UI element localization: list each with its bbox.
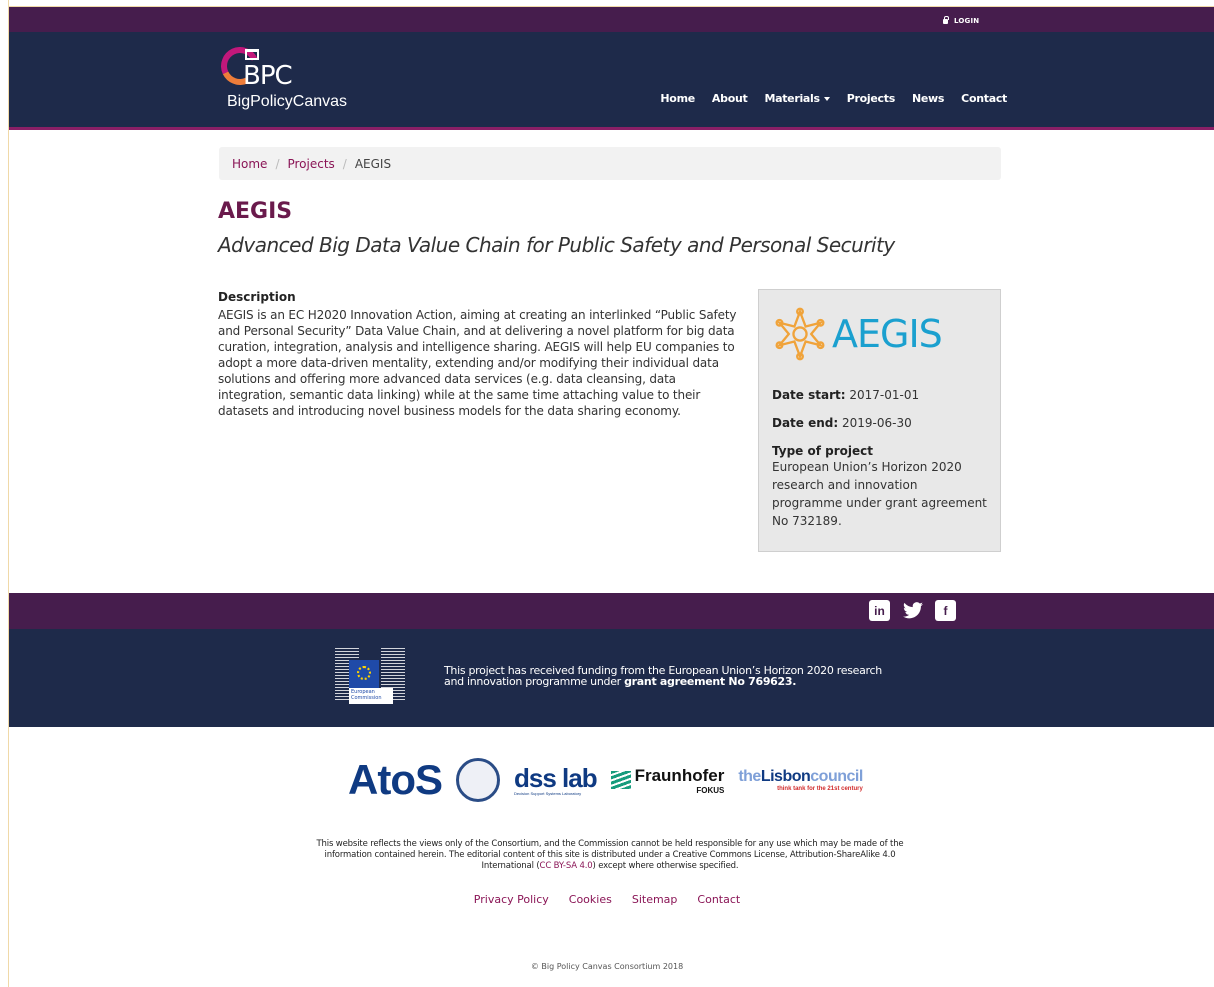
breadcrumb-separator: / — [275, 156, 280, 171]
footer-link-sitemap[interactable]: Sitemap — [632, 893, 678, 906]
lisbon-mid: Lisbon — [760, 768, 811, 785]
lisbon-council-name: theLisboncouncil — [738, 768, 863, 786]
date-end-value: 2019-06-30 — [842, 416, 912, 430]
top-bar: LOGIN — [9, 7, 1214, 32]
footer-links: Privacy Policy Cookies Sitemap Contact — [0, 893, 1214, 906]
aegis-logo-word: AEGIS — [832, 312, 943, 356]
facebook-icon[interactable]: f — [935, 600, 956, 621]
nav-news[interactable]: News — [912, 92, 944, 105]
bpc-logo-icon: BPC — [215, 41, 311, 91]
description-text: AEGIS is an EC H2020 Innovation Action, … — [218, 308, 737, 418]
site-logo[interactable]: BPC BigPolicyCanvas — [215, 41, 348, 111]
cc-license-link[interactable]: CC BY-SA 4.0 — [540, 861, 593, 871]
project-info-box: AEGIS Date start: 2017-01-01 Date end: 2… — [758, 289, 1001, 552]
date-start-value: 2017-01-01 — [849, 388, 920, 402]
aegis-star-icon — [775, 307, 825, 361]
fraunhofer-sub: FOKUS — [696, 785, 725, 795]
window-frame-left — [0, 0, 9, 987]
logo-text: BigPolicyCanvas — [227, 93, 348, 110]
breadcrumb-separator: / — [342, 156, 347, 171]
nav-materials-label: Materials — [764, 92, 820, 105]
nav-materials[interactable]: Materials — [764, 92, 830, 105]
type-text: European Union’s Horizon 2020 research a… — [772, 460, 987, 528]
nav-contact[interactable]: Contact — [961, 92, 1007, 105]
login-link[interactable]: LOGIN — [943, 15, 980, 25]
disclaimer: This website reflects the views only of … — [300, 839, 920, 872]
date-start: Date start: 2017-01-01 — [772, 388, 987, 402]
atos-logo[interactable]: AtoS — [348, 756, 443, 804]
main-nav: Home About Materials Projects News Conta… — [660, 92, 1007, 105]
dss-lab-sub: Decision Support Systems Laboratory — [514, 790, 582, 796]
funding-line-2: and innovation programme under grant agr… — [444, 676, 882, 687]
nav-home[interactable]: Home — [660, 92, 695, 105]
fraunhofer-icon — [610, 771, 631, 789]
footer-link-cookies[interactable]: Cookies — [569, 893, 612, 906]
type-label: Type of project — [772, 444, 873, 458]
eu-flag-icon — [349, 660, 379, 688]
footer-link-contact[interactable]: Contact — [697, 893, 740, 906]
lisbon-pre: the — [738, 768, 761, 785]
partner-logos: AtoS dss lab Decision Support Systems La… — [348, 756, 863, 804]
site-header: BPC BigPolicyCanvas Home About Materials… — [9, 32, 1214, 130]
social-bar: in f — [9, 593, 1214, 629]
eu-stars-icon — [357, 666, 371, 680]
dss-lab-logo[interactable]: dss lab Decision Support Systems Laborat… — [514, 762, 598, 796]
lisbon-post: council — [810, 768, 863, 785]
linkedin-icon[interactable]: in — [869, 600, 890, 621]
disclaimer-text-2: ) except where otherwise specified. — [592, 861, 739, 871]
nav-projects[interactable]: Projects — [847, 92, 896, 105]
caret-down-icon — [823, 96, 830, 101]
date-end: Date end: 2019-06-30 — [772, 416, 987, 430]
aegis-logo: AEGIS — [772, 304, 987, 364]
fraunhofer-logo[interactable]: Fraunhofer FOKUS — [610, 765, 725, 795]
twitter-bird-icon — [902, 602, 923, 619]
grant-agreement: grant agreement No 769623. — [624, 675, 797, 688]
page-title: AEGIS — [218, 199, 293, 224]
fraunhofer-name: Fraunhofer — [634, 765, 725, 785]
window-frame-top — [0, 0, 1214, 7]
dss-lab-name: dss lab — [514, 762, 598, 793]
lisbon-council-logo[interactable]: theLisboncouncil think tank for the 21st… — [738, 768, 863, 792]
ec-label: European Commission — [349, 688, 393, 704]
social-links: in f — [869, 600, 956, 621]
ntua-seal-icon — [456, 758, 500, 802]
lock-icon — [943, 15, 949, 24]
breadcrumb-projects[interactable]: Projects — [287, 157, 334, 171]
footer-link-privacy[interactable]: Privacy Policy — [474, 893, 549, 906]
copyright: © Big Policy Canvas Consortium 2018 — [530, 962, 684, 971]
european-commission-logo: European Commission — [335, 646, 405, 708]
page-subtitle: Advanced Big Data Value Chain for Public… — [218, 233, 895, 257]
logo-temple-icon — [245, 49, 259, 60]
date-end-label: Date end: — [772, 416, 839, 430]
breadcrumb: Home / Projects / AEGIS — [219, 147, 1001, 180]
description-label: Description — [218, 290, 296, 304]
breadcrumb-home[interactable]: Home — [232, 157, 267, 171]
breadcrumb-current: AEGIS — [354, 156, 392, 171]
funding-banner: European Commission This project has rec… — [9, 629, 1214, 727]
twitter-icon[interactable] — [902, 600, 923, 621]
funding-line-2-text: and innovation programme under — [444, 675, 621, 688]
lisbon-council-sub: think tank for the 21st century — [777, 786, 863, 792]
login-label: LOGIN — [954, 17, 980, 25]
date-start-label: Date start: — [772, 388, 846, 402]
logo-letters: BPC — [243, 61, 293, 91]
funding-text: This project has received funding from t… — [444, 665, 882, 687]
nav-about[interactable]: About — [712, 92, 748, 105]
